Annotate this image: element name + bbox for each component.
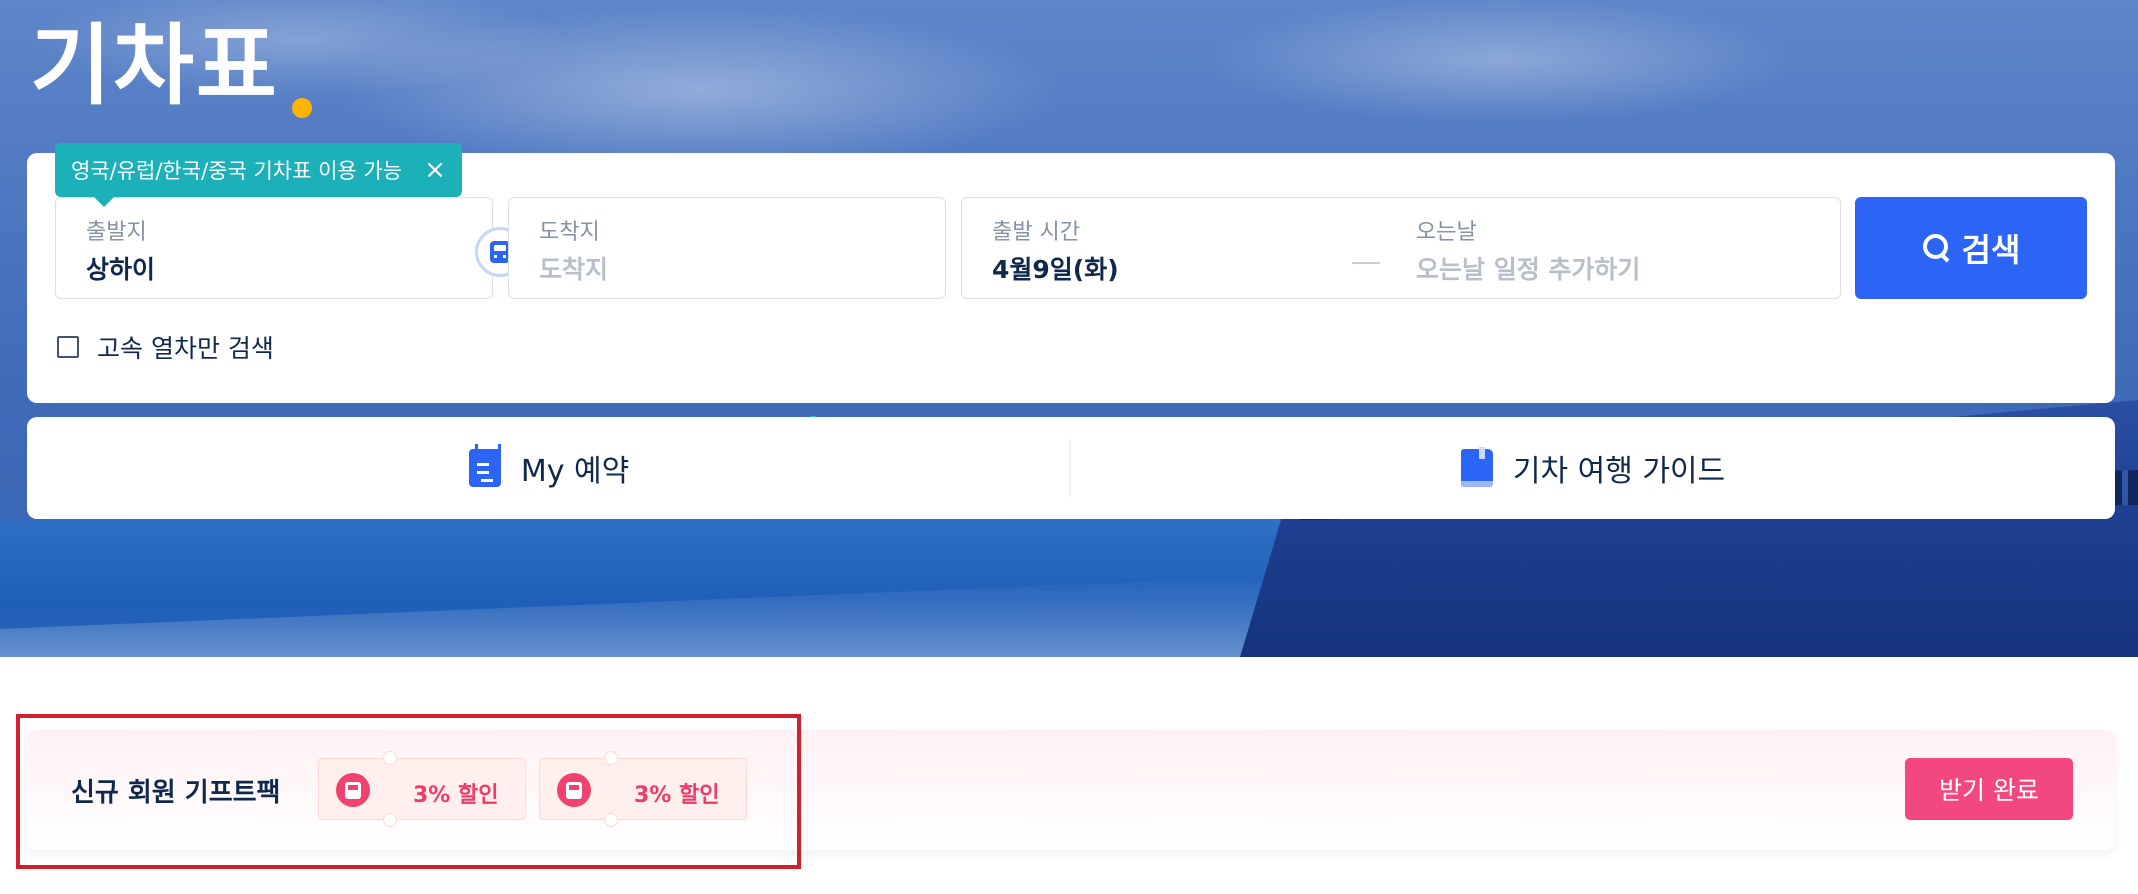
search-button[interactable]: 검색: [1855, 197, 2087, 299]
arrival-placeholder: 도착지: [539, 255, 609, 284]
booking-list-icon: [468, 444, 501, 487]
quick-links-card: My 예약 기차 여행 가이드: [27, 417, 2115, 519]
my-booking-link[interactable]: My 예약: [27, 417, 1071, 519]
highspeed-label: 고속 열차만 검색: [97, 334, 274, 363]
departure-value: 상하이: [86, 255, 156, 284]
return-date-label: 오는날: [1416, 220, 1477, 245]
receive-complete-button[interactable]: 받기 완료: [1905, 758, 2073, 820]
title-accent-dot: [292, 98, 312, 118]
search-icon: [1922, 233, 1952, 263]
availability-tooltip: 영국/유럽/한국/중국 기차표 이용 가능 ×: [55, 143, 462, 207]
arrival-label: 도착지: [539, 220, 600, 245]
my-booking-label: My 예약: [520, 454, 630, 489]
travel-guide-link[interactable]: 기차 여행 가이드: [1071, 417, 2115, 519]
depart-time-value: 4월9일(화): [992, 255, 1119, 284]
guide-book-icon: [1460, 447, 1493, 487]
travel-guide-label: 기차 여행 가이드: [1512, 454, 1726, 489]
date-field[interactable]: 출발 시간 4월9일(화) 오는날 오는날 일정 추가하기: [961, 197, 1841, 299]
train-icon: [490, 241, 510, 263]
departure-field[interactable]: 출발지 상하이: [55, 197, 493, 299]
depart-time-label: 출발 시간: [992, 220, 1080, 245]
highlight-annotation-box: [16, 714, 801, 869]
close-icon[interactable]: ×: [424, 157, 446, 183]
highspeed-only-option[interactable]: 고속 열차만 검색: [57, 329, 274, 365]
date-separator: [1352, 262, 1380, 264]
highspeed-checkbox[interactable]: [57, 336, 79, 358]
departure-label: 출발지: [86, 220, 147, 245]
arrival-field[interactable]: 도착지 도착지: [508, 197, 946, 299]
page-title: 기차표: [30, 14, 279, 117]
search-button-label: 검색: [1961, 231, 2021, 269]
return-date-placeholder[interactable]: 오는날 일정 추가하기: [1416, 250, 1640, 286]
tooltip-text: 영국/유럽/한국/중국 기차표 이용 가능: [71, 159, 403, 183]
